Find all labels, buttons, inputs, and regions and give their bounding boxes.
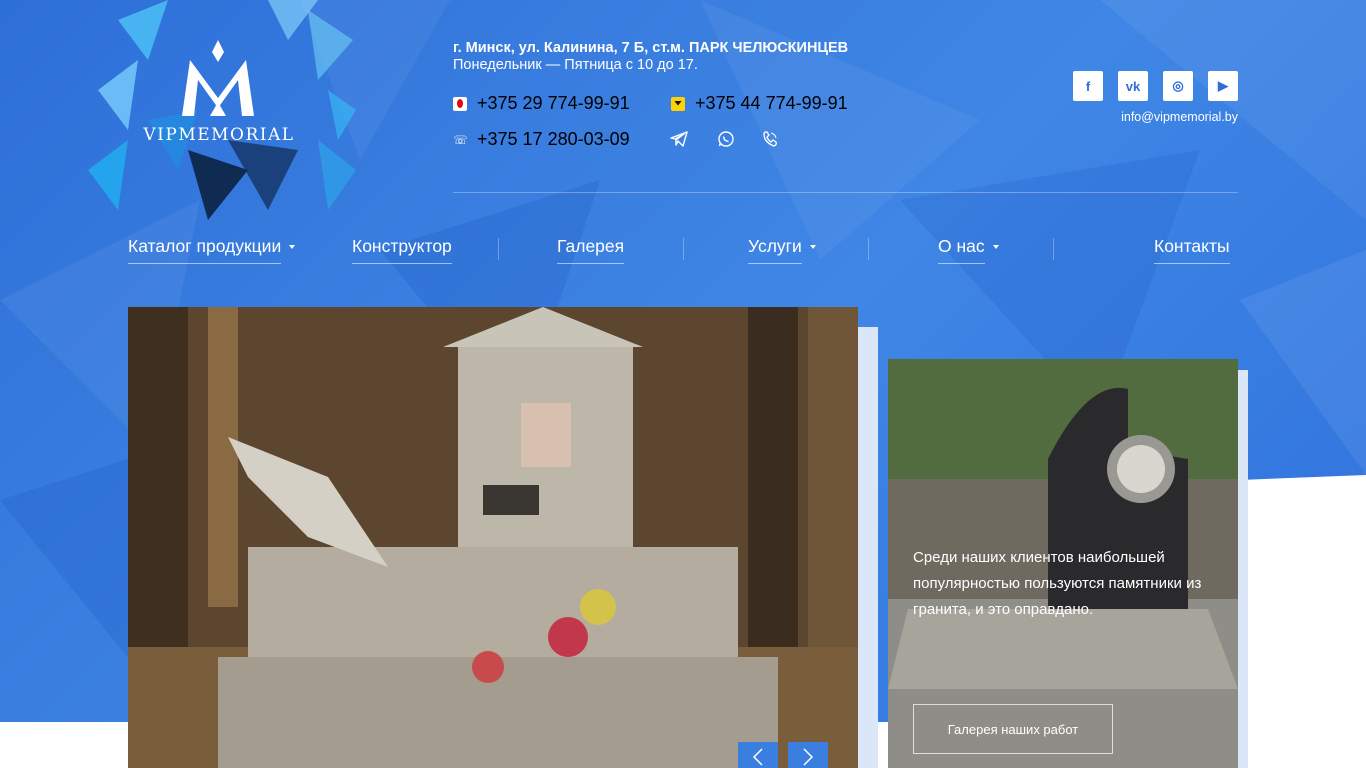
nav-item-gallery[interactable]: Галерея <box>557 236 625 264</box>
phone-mts[interactable]: +375 29 774-99-91 <box>453 93 630 114</box>
slider-prev-button[interactable] <box>738 742 778 768</box>
instagram-icon[interactable]: ◎ <box>1163 71 1193 101</box>
nav-item-contacts[interactable]: Контакты <box>1154 236 1230 264</box>
gallery-button[interactable]: Галерея наших работ <box>913 704 1113 754</box>
telegram-icon[interactable] <box>670 130 688 148</box>
chevron-left-icon <box>752 748 763 766</box>
nav-item-services[interactable]: Услуги <box>748 236 816 264</box>
phone-number: +375 29 774-99-91 <box>477 93 630 113</box>
logo-mark-icon <box>182 40 254 116</box>
phone-a1[interactable]: +375 44 774-99-91 <box>671 93 848 114</box>
youtube-icon[interactable]: ▶ <box>1208 71 1238 101</box>
slider-next-button[interactable] <box>788 742 828 768</box>
card-description: Среди наших клиентов наибольшей популярн… <box>913 549 1202 618</box>
slider-shadow <box>858 327 878 768</box>
logo-text: VIPMEMORIAL <box>143 125 295 145</box>
header-divider <box>453 192 1238 193</box>
caret-down-icon <box>289 245 296 249</box>
city-phone-icon: ☏ <box>453 132 469 147</box>
nav-separator <box>498 238 499 260</box>
nav-item-constructor[interactable]: Конструктор <box>352 236 452 264</box>
working-hours: Понедельник — Пятница с 10 до 17. <box>453 57 698 73</box>
facebook-icon[interactable]: f <box>1073 71 1103 101</box>
a1-icon <box>671 96 685 111</box>
mts-icon <box>453 96 467 111</box>
promo-card: Среди наших клиентов наибольшей популярн… <box>888 359 1238 768</box>
chevron-right-icon <box>803 748 814 766</box>
caret-down-icon <box>809 245 816 249</box>
card-shadow <box>1238 370 1248 768</box>
phone-number: +375 44 774-99-91 <box>695 93 848 113</box>
monument-photo <box>128 307 858 768</box>
nav-item-catalog[interactable]: Каталог продукции <box>128 236 296 264</box>
main-nav: Каталог продукции Конструктор Галерея Ус… <box>128 236 1238 270</box>
logo[interactable]: VIPMEMORIAL <box>88 0 358 220</box>
whatsapp-icon[interactable] <box>717 130 735 148</box>
caret-down-icon <box>992 245 999 249</box>
phone-number: +375 17 280-03-09 <box>477 129 630 149</box>
nav-separator <box>868 238 869 260</box>
social-links: f vk ◎ ▶ <box>1073 71 1238 101</box>
nav-separator <box>683 238 684 260</box>
nav-item-about[interactable]: О нас <box>938 236 999 264</box>
email-link[interactable]: info@vipmemorial.by <box>1121 110 1238 124</box>
phone-city[interactable]: ☏ +375 17 280-03-09 <box>453 129 630 150</box>
viber-icon[interactable] <box>761 130 779 148</box>
main-slider-image <box>128 307 858 768</box>
nav-separator <box>1053 238 1054 260</box>
contacts-block: г. Минск, ул. Калинина, 7 Б, ст.м. ПАРК … <box>453 40 848 73</box>
vk-icon[interactable]: vk <box>1118 71 1148 101</box>
address: г. Минск, ул. Калинина, 7 Б, ст.м. ПАРК … <box>453 40 849 56</box>
